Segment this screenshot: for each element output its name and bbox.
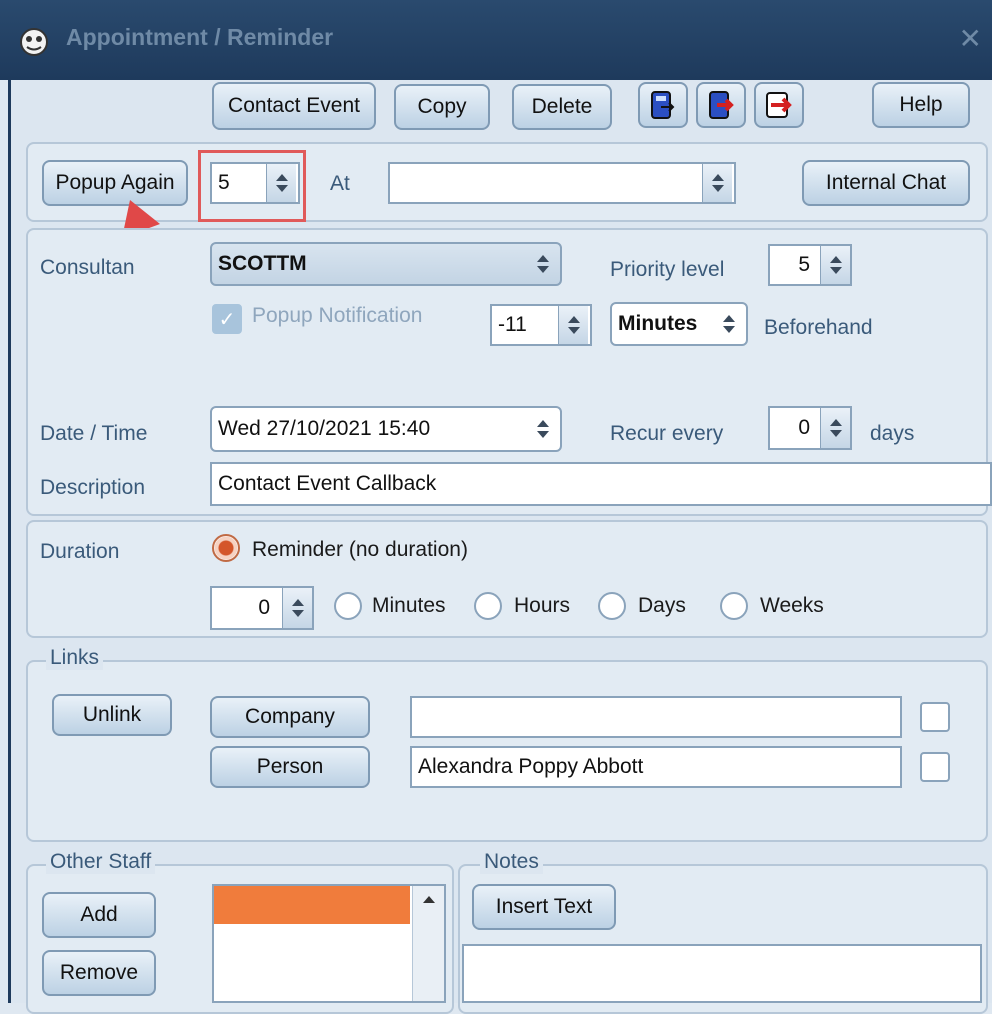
scroll-up-icon[interactable] [422, 896, 435, 903]
highlight-box [198, 150, 306, 222]
description-field[interactable]: Contact Event Callback [210, 462, 992, 506]
save-close-icon[interactable] [638, 82, 688, 128]
consultant-label: Consultan [40, 256, 135, 279]
popup-notification-label: Popup Notification [252, 304, 423, 327]
recur-label: Recur every [610, 422, 724, 445]
recur-spinner[interactable] [820, 408, 850, 448]
exit-icon[interactable] [754, 82, 804, 128]
weeks-label: Weeks [760, 594, 824, 617]
notify-amount-value: -11 [498, 313, 527, 336]
notify-amount-spinner[interactable] [558, 306, 588, 344]
hours-radio[interactable] [474, 592, 502, 620]
description-label: Description [40, 476, 146, 499]
app-icon [20, 28, 48, 56]
notify-unit-value: Minutes [618, 312, 698, 335]
duration-label: Duration [40, 540, 120, 563]
staff-list[interactable] [212, 884, 446, 1003]
reminder-option-label: Reminder (no duration) [252, 538, 468, 561]
days-radio[interactable] [598, 592, 626, 620]
window-title: Appointment / Reminder [66, 24, 334, 50]
insert-text-button[interactable]: Insert Text [472, 884, 616, 930]
company-button[interactable]: Company [210, 696, 370, 738]
datetime-dropdown-icon[interactable] [528, 408, 558, 450]
links-legend: Links [46, 646, 104, 670]
company-checkbox[interactable] [920, 702, 950, 732]
delete-button[interactable]: Delete [512, 84, 612, 130]
datetime-combo[interactable]: Wed 27/10/2021 15:40 [210, 406, 562, 452]
weeks-radio[interactable] [720, 592, 748, 620]
person-field[interactable]: Alexandra Poppy Abbott [410, 746, 902, 788]
title-bar: Appointment / Reminder ✕ [0, 0, 992, 80]
person-checkbox[interactable] [920, 752, 950, 782]
datetime-value: Wed 27/10/2021 15:40 [218, 417, 431, 440]
add-staff-button[interactable]: Add [42, 892, 156, 938]
consultant-dropdown-icon[interactable] [528, 244, 558, 284]
priority-spinner[interactable] [820, 246, 850, 284]
minutes-radio[interactable] [334, 592, 362, 620]
popup-notification-checkbox[interactable]: ✓ [212, 304, 242, 334]
consultant-value: SCOTTM [218, 252, 307, 275]
staff-list-selected-row[interactable] [214, 886, 410, 924]
duration-amount-value: 0 [258, 596, 270, 619]
help-button[interactable]: Help [872, 82, 970, 128]
unlink-button[interactable]: Unlink [52, 694, 172, 736]
recur-unit-label: days [870, 422, 915, 445]
description-value: Contact Event Callback [218, 472, 437, 495]
duration-amount-spinner[interactable] [282, 588, 312, 628]
at-label: At [330, 172, 350, 195]
internal-chat-button[interactable]: Internal Chat [802, 160, 970, 206]
staff-list-scrollbar[interactable] [412, 886, 444, 1001]
beforehand-label: Beforehand [764, 316, 873, 339]
hours-label: Hours [514, 594, 571, 617]
minutes-label: Minutes [372, 594, 446, 617]
person-value: Alexandra Poppy Abbott [418, 755, 644, 778]
contact-event-button[interactable]: Contact Event [212, 82, 376, 130]
save-exit-icon[interactable] [696, 82, 746, 128]
days-label: Days [638, 594, 686, 617]
reminder-radio[interactable] [212, 534, 240, 562]
other-staff-legend: Other Staff [46, 850, 156, 874]
recur-value: 0 [798, 416, 810, 439]
company-field[interactable] [410, 696, 902, 738]
duration-panel [26, 520, 988, 638]
consultant-combo[interactable]: SCOTTM [210, 242, 562, 286]
remove-staff-button[interactable]: Remove [42, 950, 156, 996]
priority-label: Priority level [610, 258, 725, 281]
notes-textarea[interactable] [462, 944, 982, 1003]
datetime-label: Date / Time [40, 422, 148, 445]
person-button[interactable]: Person [210, 746, 370, 788]
at-dropdown-icon[interactable] [702, 164, 732, 202]
notify-unit-dropdown-icon[interactable] [714, 304, 744, 344]
close-icon[interactable]: ✕ [959, 22, 982, 55]
priority-value: 5 [798, 253, 810, 276]
at-combo[interactable] [388, 162, 736, 204]
notes-legend: Notes [480, 850, 543, 874]
copy-button[interactable]: Copy [394, 84, 490, 130]
